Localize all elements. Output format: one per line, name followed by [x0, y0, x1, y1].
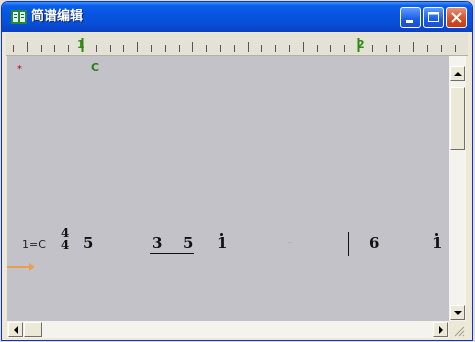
maximize-icon — [428, 12, 439, 22]
arrow-right-icon — [439, 326, 443, 334]
resize-grip[interactable] — [449, 321, 466, 338]
measure-label-2: 2 — [357, 38, 365, 51]
minimize-icon — [406, 20, 413, 23]
horizontal-scroll-thumb[interactable] — [24, 322, 42, 337]
rest-dash — [288, 242, 292, 243]
arrow-down-icon — [454, 311, 462, 315]
chord-symbol[interactable]: C — [91, 61, 99, 74]
time-signature-denominator: 4 — [60, 238, 70, 252]
close-icon — [451, 12, 462, 23]
time-signature[interactable]: 4 4 — [58, 227, 72, 251]
note[interactable]: 1 — [432, 234, 442, 252]
note[interactable]: 3 — [152, 234, 162, 252]
vertical-scrollbar[interactable] — [449, 56, 466, 321]
scroll-right-button[interactable] — [433, 322, 448, 337]
high-octave-dot — [220, 233, 223, 236]
barline — [348, 232, 349, 256]
resize-grip-icon — [454, 326, 465, 337]
arrow-up-icon — [454, 72, 462, 76]
high-octave-dot — [435, 233, 438, 236]
app-window: 简谱编辑 1 2 * C 1=C 4 4 5 3 5 1 6 1 — [1, 1, 473, 341]
close-button[interactable] — [446, 7, 467, 28]
vertical-scroll-thumb[interactable] — [450, 87, 465, 150]
measure-label-1: 1 — [77, 38, 85, 51]
minimize-button[interactable] — [400, 7, 421, 28]
score-editor-canvas[interactable]: * C 1=C 4 4 5 3 5 1 6 1 — [7, 56, 449, 321]
note[interactable]: 6 — [369, 234, 379, 252]
horizontal-scrollbar[interactable] — [7, 321, 449, 338]
eighth-note-underline — [150, 253, 194, 254]
note[interactable]: 1 — [217, 234, 227, 252]
music-notation-app-icon — [11, 10, 27, 24]
note[interactable]: 5 — [83, 234, 93, 252]
scroll-down-button[interactable] — [450, 305, 465, 320]
measure-ruler[interactable]: 1 2 — [6, 33, 468, 56]
insertion-arrow-icon — [7, 263, 35, 271]
window-title: 简谱编辑 — [31, 9, 84, 24]
note[interactable]: 5 — [183, 234, 193, 252]
scroll-left-button[interactable] — [8, 322, 23, 337]
ruler-ticks — [13, 38, 456, 52]
title-bar[interactable]: 简谱编辑 — [2, 2, 472, 32]
maximize-button[interactable] — [423, 7, 444, 28]
scroll-up-button[interactable] — [450, 66, 465, 81]
arrow-left-icon — [14, 326, 18, 334]
